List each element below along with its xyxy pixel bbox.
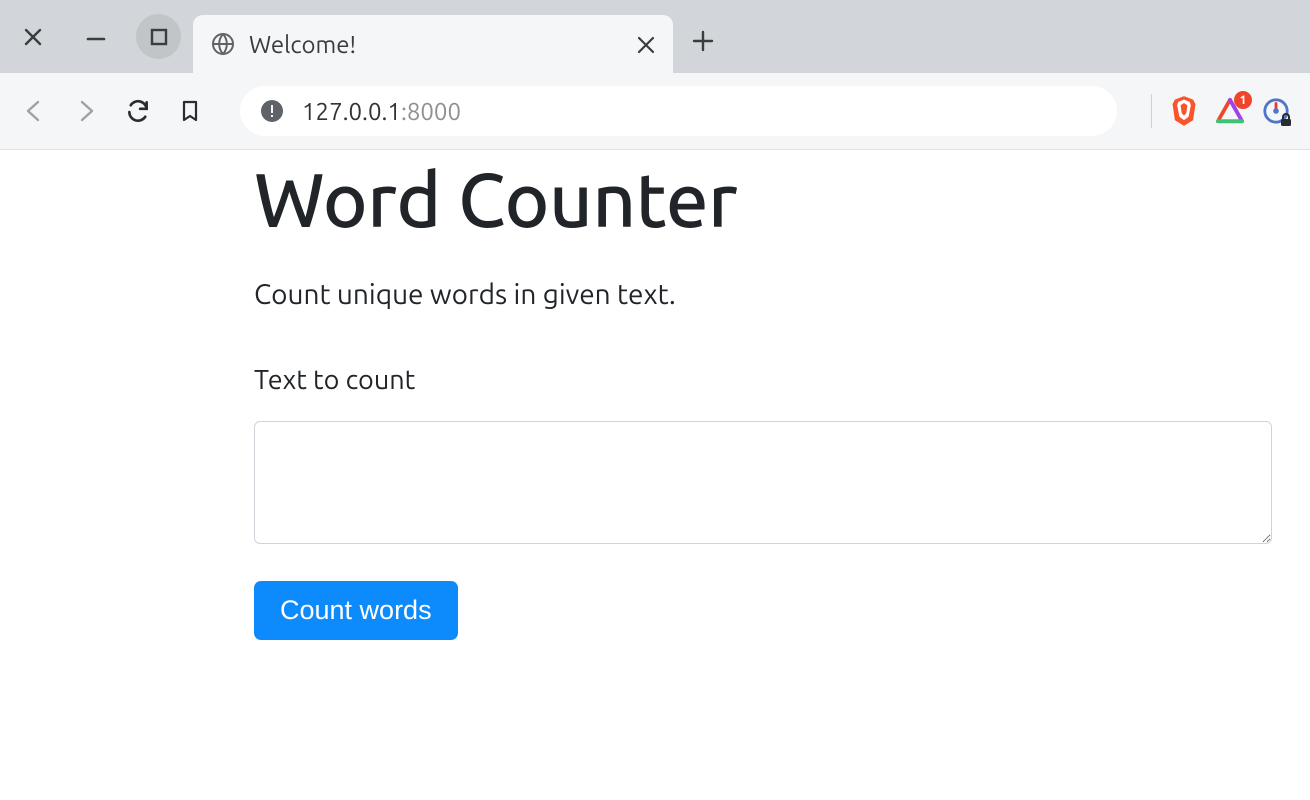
arrow-left-icon: [22, 99, 46, 123]
toolbar-right: 1: [1151, 94, 1290, 128]
minimize-icon: [85, 26, 107, 48]
tab-title: Welcome!: [249, 31, 356, 58]
globe-icon: [211, 32, 235, 56]
nav-back-button[interactable]: [20, 97, 48, 125]
window-maximize-button[interactable]: [136, 14, 181, 59]
page-content: Word Counter Count unique words in given…: [254, 154, 1270, 640]
brave-lion-icon: [1170, 95, 1198, 127]
lock-icon: [1279, 113, 1293, 127]
tab-close-button[interactable]: [637, 30, 655, 59]
url-text: 127.0.0.1:8000: [302, 98, 461, 125]
arrow-right-icon: [74, 99, 98, 123]
toolbar-divider: [1151, 94, 1152, 128]
page-viewport: Word Counter Count unique words in given…: [0, 154, 1310, 640]
close-icon: [637, 36, 655, 54]
maximize-icon: [149, 27, 169, 47]
bookmark-button[interactable]: [176, 97, 204, 125]
close-icon: [23, 27, 43, 47]
address-bar[interactable]: 127.0.0.1:8000: [240, 86, 1117, 136]
brave-rewards-button[interactable]: 1: [1216, 97, 1244, 125]
browser-tabs: Welcome!: [193, 0, 715, 73]
window-close-button[interactable]: [10, 14, 55, 59]
page-lead: Count unique words in given text.: [254, 279, 1270, 310]
count-words-button[interactable]: Count words: [254, 581, 458, 640]
window-minimize-button[interactable]: [73, 14, 118, 59]
reload-button[interactable]: [124, 97, 152, 125]
notification-badge: 1: [1234, 91, 1252, 109]
url-port: :8000: [401, 98, 461, 125]
site-info-icon[interactable]: [260, 99, 284, 123]
nav-forward-button[interactable]: [72, 97, 100, 125]
brave-shields-button[interactable]: [1170, 97, 1198, 125]
bookmark-icon: [178, 98, 202, 124]
window-titlebar: Welcome!: [0, 0, 1310, 73]
new-tab-button[interactable]: [691, 29, 715, 57]
page-heading: Word Counter: [254, 154, 1270, 245]
browser-toolbar: 127.0.0.1:8000 1: [0, 73, 1310, 150]
text-to-count-input[interactable]: [254, 421, 1272, 544]
url-host: 127.0.0.1: [302, 98, 401, 125]
brave-wallet-button[interactable]: [1262, 97, 1290, 125]
plus-icon: [691, 29, 715, 53]
textarea-label: Text to count: [254, 365, 1270, 395]
browser-tab-active[interactable]: Welcome!: [193, 15, 673, 73]
reload-icon: [125, 98, 151, 124]
not-secure-icon: [260, 99, 284, 123]
